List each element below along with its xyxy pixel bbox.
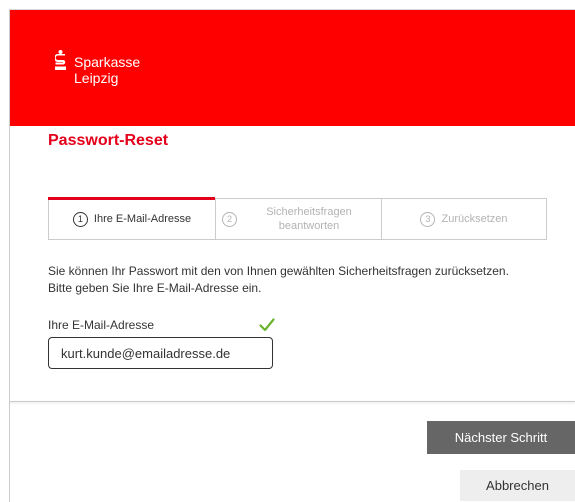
step-1-number: 1 [72, 211, 88, 227]
brand-name-line1: Sparkasse [74, 54, 141, 70]
step-2: 2 Sicherheitsfragen beantworten [215, 199, 381, 239]
step-3: 3 Zurücksetzen [381, 199, 546, 239]
email-label: Ihre E-Mail-Adresse [48, 318, 155, 332]
cancel-button[interactable]: Abbrechen [460, 470, 575, 501]
form-description-line2: Bitte geben Sie Ihre E-Mail-Adresse ein. [48, 281, 262, 295]
brand-name: Sparkasse Leipzig [74, 54, 140, 86]
step-1: 1 Ihre E-Mail-Adresse [48, 197, 215, 239]
form-description: Sie können Ihr Passwort mit den von Ihne… [48, 263, 558, 297]
step-indicator: 1 Ihre E-Mail-Adresse 2 Sicherheitsfrage… [48, 197, 547, 240]
checkmark-icon [259, 318, 275, 332]
section-divider [10, 401, 575, 402]
step-3-number: 3 [420, 211, 436, 227]
brand-name-line2: Leipzig [74, 70, 119, 86]
step-2-label: Sicherheitsfragen beantworten [266, 206, 352, 232]
form-description-line1: Sie können Ihr Passwort mit den von Ihne… [48, 264, 509, 278]
sparkasse-s-icon [55, 50, 66, 70]
page-title: Passwort-Reset [48, 132, 169, 149]
brand-header: Sparkasse Leipzig [10, 10, 575, 126]
step-2-number: 2 [222, 211, 237, 227]
next-step-button[interactable]: Nächster Schritt [427, 421, 575, 454]
email-field[interactable] [48, 337, 273, 369]
step-3-label: Zurücksetzen [441, 213, 508, 225]
step-1-label: Ihre E-Mail-Adresse [93, 213, 192, 225]
